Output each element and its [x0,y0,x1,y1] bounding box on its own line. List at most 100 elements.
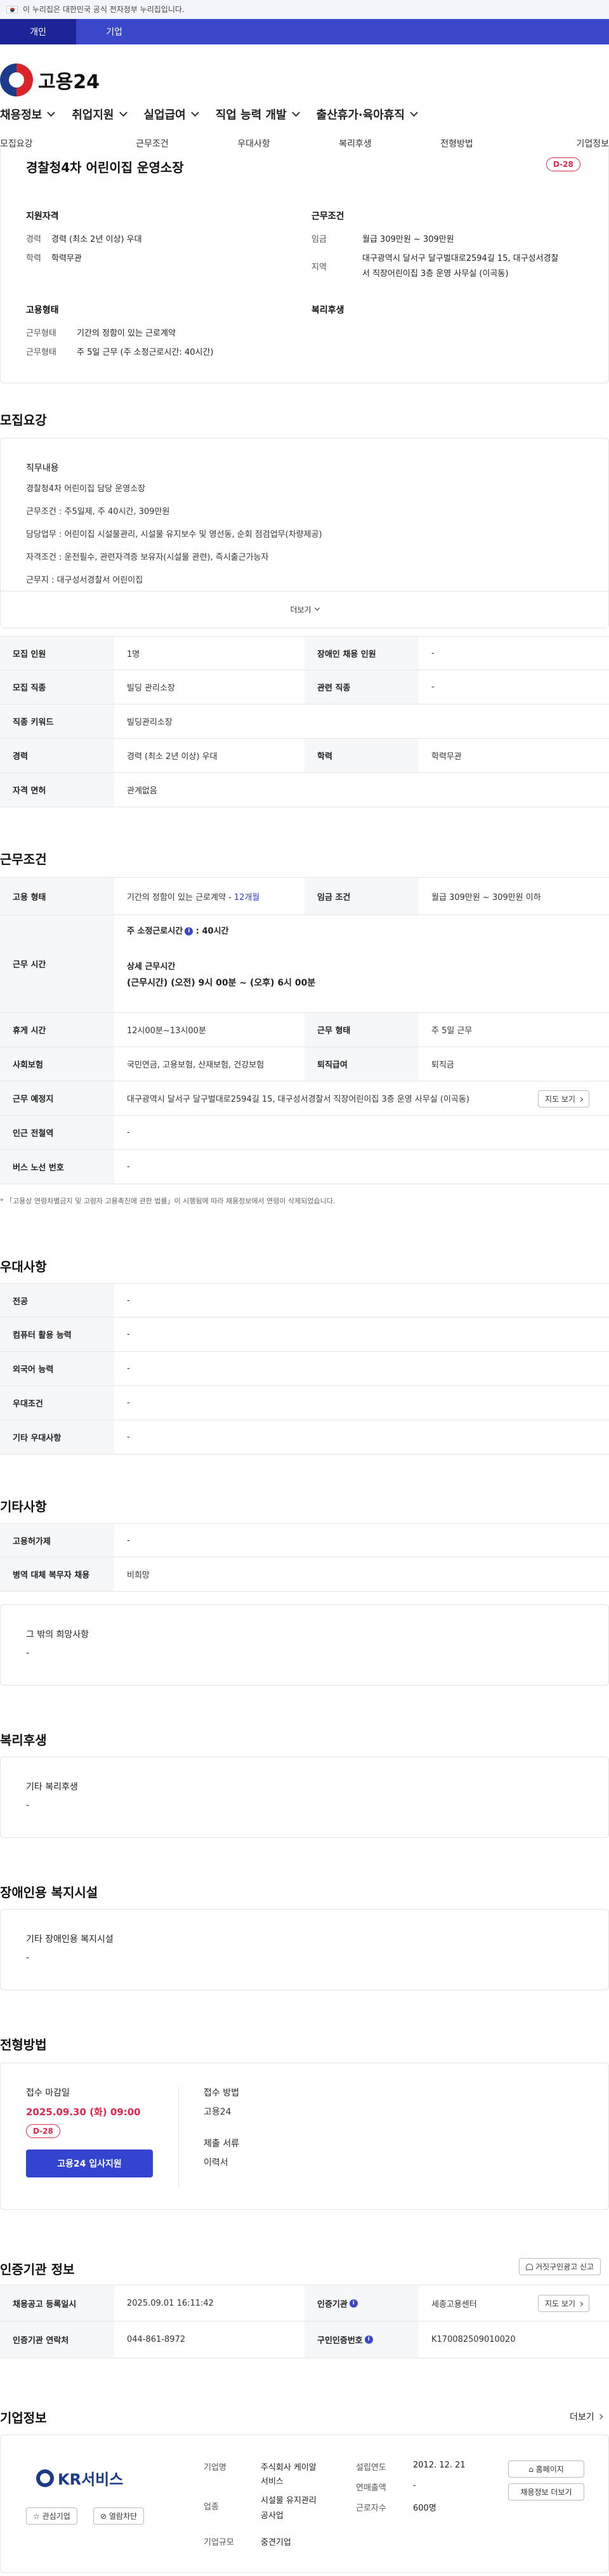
benefit-heading: 복리후생 [311,305,344,315]
td: 학력무관 [431,752,462,762]
emp-type-value: 기간의 정함이 있는 근로계약 - [127,892,232,902]
worktype-value: 주 5일 근무 (주 소정근로시간: 40시간) [77,348,214,357]
cert-heading: 인증기관 정보 [0,2262,75,2277]
th: 병역 대체 복무자 채용 [0,1557,114,1591]
th: 근무 시간 [0,915,114,1012]
td: K170082509010020 [431,2335,516,2344]
td: - [127,1535,130,1545]
est-value: 2012. 12. 21 [413,2460,466,2470]
duty-card: 직무내용 경찰청4차 어린이집 담당 운영소장 근무조건 : 주5일제, 주 4… [0,438,609,628]
info-icon[interactable]: i [349,2299,358,2308]
td: 빌딩 관리소장 [127,684,175,693]
th: 우대조건 [0,1386,114,1420]
fav-company-button[interactable]: ☆ 관심기업 [26,2507,77,2525]
info-icon[interactable]: i [364,2335,373,2344]
report-button[interactable]: 거짓구인광고 신고 [519,2258,601,2275]
tab-personal[interactable]: 개인 [0,19,76,44]
welfare-box-value: - [26,1800,30,1811]
tab-company[interactable]: 기업 [76,19,152,44]
career-value: 경력 (최소 2년 이상) 우대 [51,235,142,244]
chevron-right-icon [578,1097,583,1102]
apply-button[interactable]: 고용24 입사지원 [26,2150,153,2177]
dday-badge: D-28 [546,157,580,171]
worktype-label: 근무형태 [26,348,56,357]
emp-count-label: 근로자수 [356,2504,386,2513]
est-label: 설립연도 [356,2463,386,2473]
disabled-box-title: 기타 장애인용 복지시설 [26,1934,114,1945]
company-name-value-1: 주식회사 케이알 [261,2463,317,2473]
std-hours-label: 주 소정근로시간 [127,927,183,936]
td: - [127,1330,130,1339]
th: 전공 [0,1284,114,1317]
region-value-1: 대구광역시 달서구 달구벌대로2594길 15, 대구성서경찰 [362,254,559,263]
table-row: 병역 대체 복무자 채용 비희망 [0,1557,609,1592]
th: 인증기관 i [304,2285,419,2321]
block-button-label: 열람차단 [108,2512,138,2521]
korea-flag-icon [6,5,18,13]
chevron-down-icon [314,605,320,611]
table-row: 경력 경력 (최소 2년 이상) 우대 학력 학력무관 [0,739,609,773]
edu-label: 학력 [26,254,41,263]
table-row: 모집 직종 빌딩 관리소장 관련 직종 - [0,670,609,704]
chevron-right-icon [578,2301,583,2307]
preference-heading: 우대사항 [0,1259,47,1274]
td: 세종고용센터 [431,2299,477,2309]
nav-unemployment-benefit[interactable]: 실업급여 [144,106,199,122]
th: 근무 예정지 [0,1081,114,1115]
th: 인증기관 연락처 [0,2322,114,2358]
th: 채용공고 등록일시 [0,2285,114,2321]
sales-value: - [413,2481,416,2490]
th: 사회보험 [0,1047,114,1081]
td: - [127,1432,130,1442]
company-more-link[interactable]: 더보기 [570,2410,603,2423]
sales-label: 연매출액 [356,2483,386,2493]
size-label: 기업규모 [204,2538,234,2547]
more-button[interactable]: 더보기 [1,591,608,628]
td: - [127,1398,130,1408]
td: - [127,1295,130,1305]
th: 컴퓨터 활용 능력 [0,1318,114,1351]
company-logo: KR서비스 [36,2467,123,2489]
table-row: 근무 시간 주 소정근로시간 i : 40시간 상세 근무시간 (근무시간) (오… [0,915,609,1013]
th: 기타 우대사항 [0,1420,114,1454]
nav-skill-development[interactable]: 직업 능력 개발 [216,106,300,122]
gov-banner: 이 누리집은 대한민국 공식 전자정부 누리집입니다. [0,0,609,19]
chevron-down-icon [119,109,128,117]
site-logo[interactable]: 고용24 [0,61,100,99]
th: 자격 면허 [0,773,114,807]
th: 구인인증번호 i [304,2322,419,2358]
td: 국민연금, 고용보험, 산재보험, 건강보험 [127,1060,265,1070]
th: 경력 [0,739,114,772]
nav-parental-leave[interactable]: 출산휴가·육아휴직 [317,106,418,122]
more-jobs-button[interactable]: 채용정보 더보기 [508,2483,584,2500]
table-row: 전공 - [0,1283,609,1318]
logo-mark-icon [0,63,33,96]
size-value: 중견기업 [261,2538,291,2547]
company-heading: 기업정보 [0,2410,47,2426]
nav-employment-support[interactable]: 취업지원 [72,106,128,122]
th: 외국어 능력 [0,1352,114,1385]
td: 비희망 [127,1571,150,1580]
homepage-button[interactable]: ⌂ 홈페이지 [508,2460,584,2478]
org-map-button[interactable]: 지도 보기 [538,2295,589,2312]
th: 관련 직종 [304,670,419,704]
detail-hours-heading: 상세 근무시간 [127,962,176,972]
region-value-2: 서 직장어린이집 3층 운영 사무실 (이곡동) [362,269,509,279]
td: - [127,1162,130,1172]
info-icon[interactable]: i [185,927,193,935]
block-company-button[interactable]: ⊘ 열람차단 [93,2507,145,2525]
table-row: 휴게 시간 12시00분~13시00분 근무 형태 주 5일 근무 [0,1013,609,1047]
welfare-heading: 복리후생 [0,1733,47,1748]
th: 휴게 시간 [0,1013,114,1047]
contract-months: 12개월 [233,892,260,902]
divider [178,2086,179,2188]
age-note-text: 「고용상 연령차별금지 및 고령자 고용촉진에 관한 법률」이 시행됨에 따라 … [6,1197,336,1205]
disabled-box-value: - [26,1953,30,1963]
nav-job-info[interactable]: 채용정보 [0,106,56,122]
selection-heading: 전형방법 [0,2037,47,2052]
table-row: 외국어 능력 - [0,1352,609,1386]
company-card: KR서비스 ☆ 관심기업 ⊘ 열람차단 기업명 주식회사 케이알 서비스 업종 … [0,2434,609,2573]
map-button[interactable]: 지도 보기 [538,1090,589,1107]
duty-line-4: 자격조건 : 운전필수, 관련자격증 보유자(시설물 관련), 즉시출근가능자 [26,553,269,562]
td: 관계없음 [127,786,157,796]
